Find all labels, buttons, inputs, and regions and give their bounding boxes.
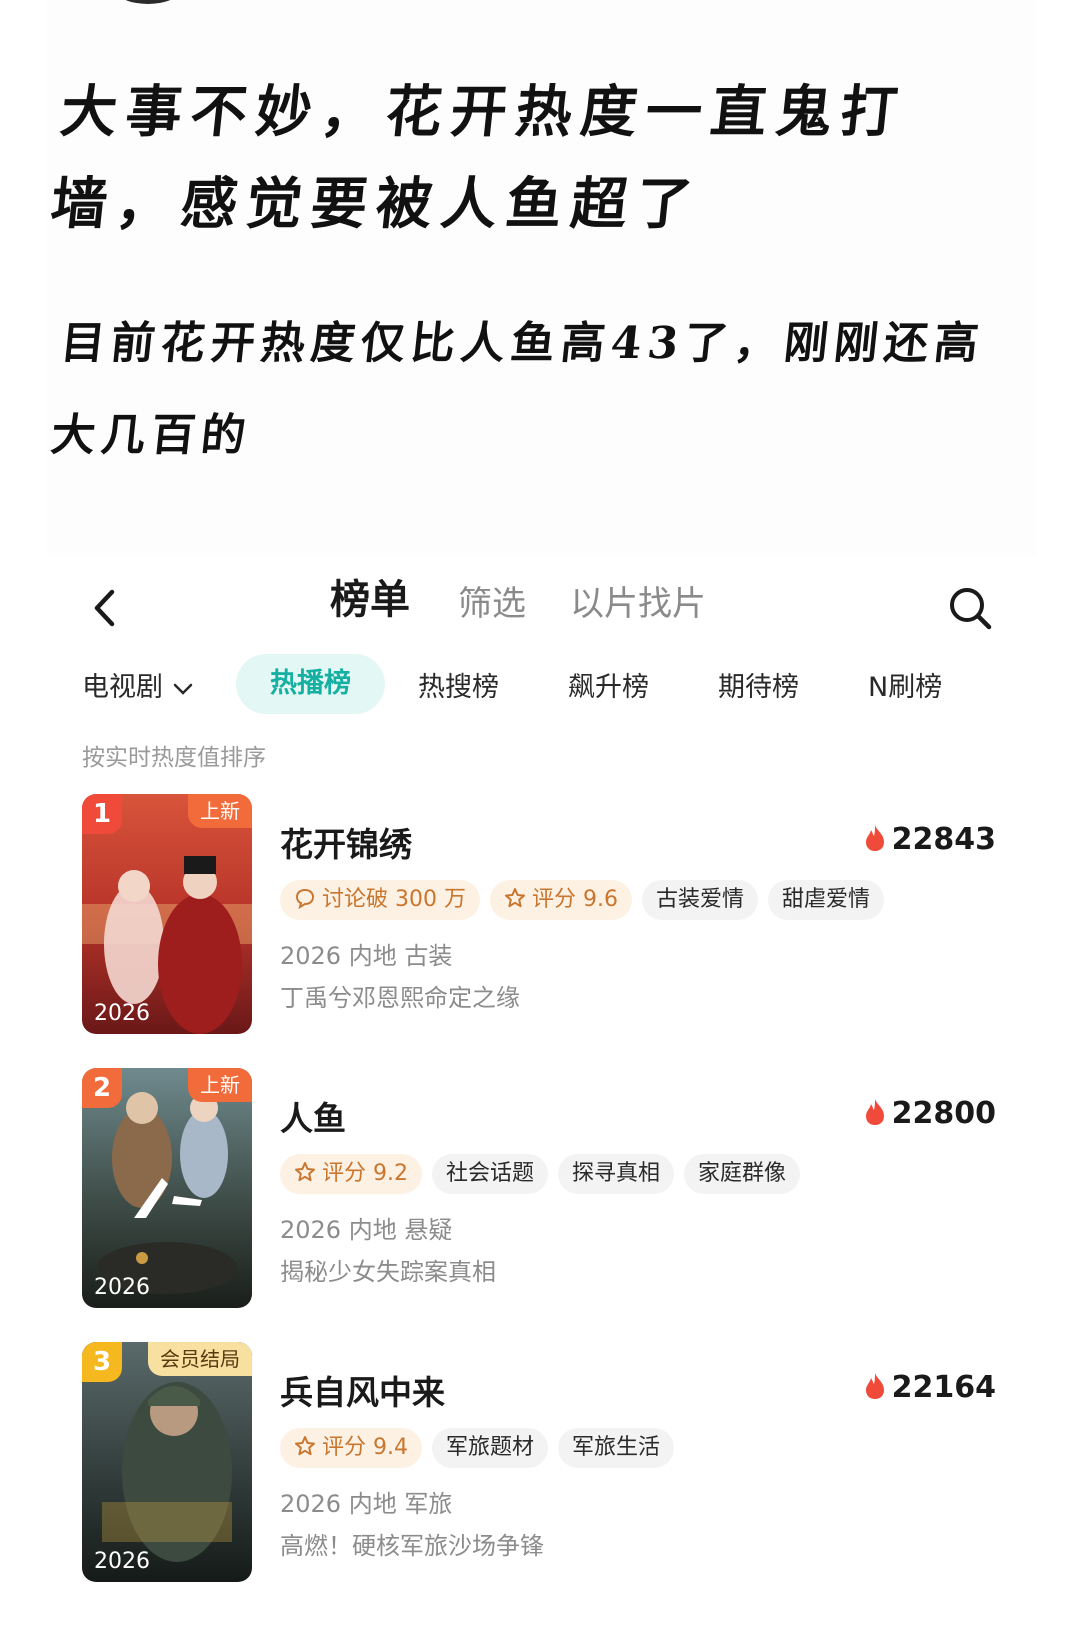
rank-badge: 1 [82, 794, 122, 834]
heat-score: 22800 [864, 1096, 996, 1131]
note-line-1: 大事不妙，花开热度一直鬼打墙，感觉要被人鱼超了 [47, 79, 910, 237]
star-icon [504, 888, 525, 908]
show-description: 揭秘少女失踪案真相 [280, 1258, 496, 1286]
back-button[interactable] [84, 586, 128, 630]
tag[interactable]: 评分 9.6 [489, 880, 632, 920]
tag[interactable]: 军旅题材 [431, 1428, 548, 1468]
handwritten-note: 大事不妙，花开热度一直鬼打墙，感觉要被人鱼超了 目前花开热度仅比人鱼高43了，刚… [46, 0, 1036, 555]
heat-score: 22843 [864, 822, 996, 857]
tag-label: 评分 9.4 [322, 1435, 408, 1460]
tab-find-by-film[interactable]: 以片找片 [570, 580, 706, 628]
flame-icon [865, 1373, 884, 1399]
chevron-down-icon [173, 683, 193, 695]
tab-anticipated[interactable]: 期待榜 [718, 668, 799, 708]
tag[interactable]: 甜虐爱情 [767, 880, 884, 920]
tag-list: 讨论破 300 万 评分 9.6 古装爱情 甜虐爱情 [280, 880, 894, 920]
list-item[interactable]: 3 会员结局 2026 兵自风中来 22164 评分 9.4 军旅题材 军旅生活 2… [82, 1342, 1002, 1584]
show-meta: 2026 内地 悬疑 [280, 1216, 453, 1244]
tag[interactable]: 古装爱情 [641, 880, 758, 920]
tag[interactable]: 评分 9.4 [280, 1428, 422, 1468]
show-description: 丁禹兮邓恩熙命定之缘 [280, 984, 520, 1012]
category-label: 电视剧 [82, 672, 163, 703]
sort-hint: 按实时热度值排序 [82, 745, 266, 771]
heat-score: 22164 [864, 1370, 996, 1405]
status-badge: 会员结局 [148, 1342, 252, 1376]
tag-label: 评分 9.2 [322, 1161, 408, 1186]
search-icon [950, 588, 992, 630]
comment-icon [295, 888, 315, 909]
ranking-app: 榜单 筛选 以片找片 电视剧 热播榜 热搜榜 飙升榜 期待榜 N刷榜 按实时热度… [46, 566, 1036, 1636]
tag[interactable]: 社会话题 [431, 1154, 548, 1194]
rank-badge: 2 [82, 1068, 122, 1108]
heat-value: 22800 [891, 1096, 996, 1131]
rank-badge: 3 [82, 1342, 122, 1382]
show-title: 花开锦绣 [280, 825, 412, 864]
tab-hot-play[interactable]: 热播榜 [236, 654, 385, 714]
tag[interactable]: 军旅生活 [558, 1428, 675, 1468]
tag-list: 评分 9.4 军旅题材 军旅生活 [280, 1428, 684, 1468]
show-meta: 2026 内地 军旅 [280, 1490, 453, 1518]
show-description: 高燃！硬核军旅沙场争锋 [280, 1532, 544, 1560]
tag[interactable]: 家庭群像 [684, 1154, 801, 1194]
tag[interactable]: 评分 9.2 [280, 1154, 422, 1194]
flame-icon [865, 1099, 884, 1125]
status-badge: 上新 [188, 1068, 252, 1102]
avatar [116, 0, 180, 4]
top-nav: 榜单 筛选 以片找片 [46, 566, 1036, 656]
search-button[interactable] [946, 584, 994, 632]
tab-filter[interactable]: 筛选 [458, 580, 526, 628]
star-icon [295, 1162, 315, 1182]
show-title: 兵自风中来 [280, 1373, 445, 1412]
show-meta: 2026 内地 古装 [280, 942, 453, 970]
heat-value: 22843 [891, 822, 996, 857]
tag-label: 讨论破 300 万 [322, 887, 466, 912]
tag-label: 评分 9.6 [531, 887, 618, 912]
heat-value: 22164 [891, 1370, 996, 1405]
tab-rising[interactable]: 飙升榜 [568, 668, 649, 708]
tab-rankings[interactable]: 榜单 [330, 576, 410, 624]
note-line-2: 目前花开热度仅比人鱼高43了，刚刚还高大几百的 [48, 318, 987, 461]
show-title: 人鱼 [280, 1099, 346, 1138]
star-icon [295, 1436, 315, 1456]
category-dropdown[interactable]: 电视剧 [82, 668, 195, 708]
status-badge: 上新 [188, 794, 252, 828]
tag[interactable]: 讨论破 300 万 [280, 880, 480, 920]
tag[interactable]: 探寻真相 [558, 1154, 675, 1194]
tab-rewatch[interactable]: N刷榜 [868, 668, 942, 708]
list-item[interactable]: 1 上新 2026 花开锦绣 22843 讨论破 300 万 评分 9.6 古装爱情… [82, 794, 1002, 1036]
poster-year: 2026 [94, 1275, 150, 1300]
poster-image: 3 会员结局 2026 [82, 1342, 252, 1582]
poster-image: 2 上新 2026 [82, 1068, 252, 1308]
sub-nav: 电视剧 热播榜 热搜榜 飙升榜 期待榜 N刷榜 [46, 654, 1036, 722]
tab-hot-search[interactable]: 热搜榜 [418, 668, 499, 708]
flame-icon [865, 825, 884, 851]
list-item[interactable]: 2 上新 2026 人鱼 22800 评分 9.2 社会话题 探寻真相 家庭群像 20… [82, 1068, 1002, 1310]
poster-year: 2026 [94, 1549, 150, 1574]
chevron-left-icon [94, 589, 115, 627]
tag-list: 评分 9.2 社会话题 探寻真相 家庭群像 [280, 1154, 810, 1194]
poster-year: 2026 [94, 1001, 150, 1026]
poster-image: 1 上新 2026 [82, 794, 252, 1034]
